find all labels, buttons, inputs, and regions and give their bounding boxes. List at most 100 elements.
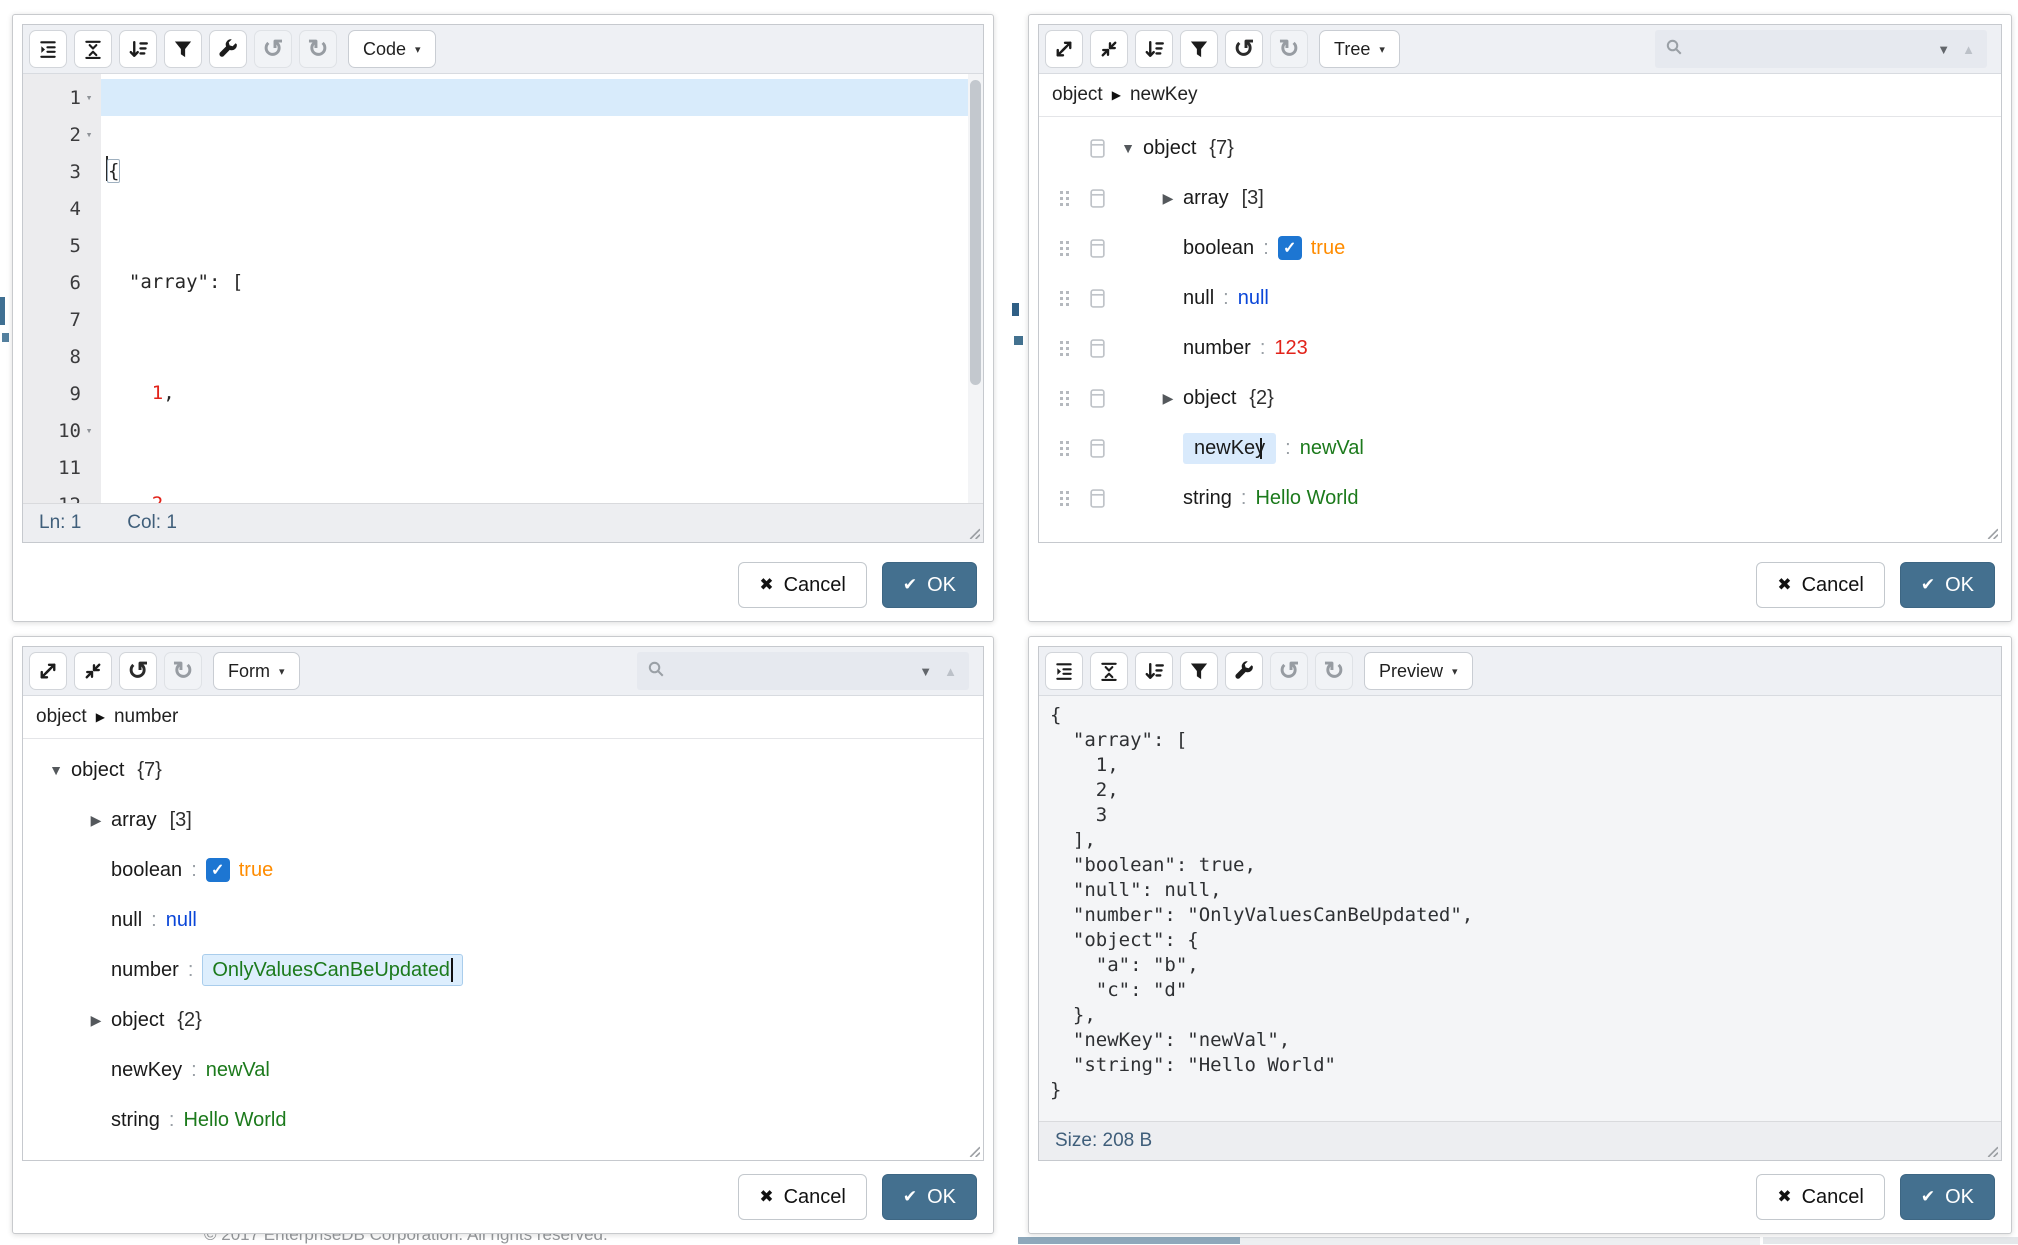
tree-row: ▶ array [3] — [33, 795, 983, 845]
field-name[interactable]: number — [1183, 337, 1251, 360]
expand-all-icon[interactable] — [29, 652, 67, 690]
expander-icon[interactable]: ▶ — [81, 1012, 111, 1029]
context-menu-icon[interactable] — [1081, 339, 1113, 358]
context-menu-icon[interactable] — [1081, 489, 1113, 508]
expander-icon[interactable]: ▶ — [1153, 190, 1183, 207]
field-value[interactable]: true — [239, 859, 273, 882]
scrollbar-thumb[interactable] — [970, 80, 981, 385]
cancel-button[interactable]: ✖Cancel — [738, 1174, 867, 1220]
field-value[interactable]: Hello World — [1255, 487, 1358, 510]
cancel-button[interactable]: ✖Cancel — [1756, 562, 1885, 608]
search-next-icon[interactable]: ▼ — [1935, 43, 1952, 56]
vertical-scrollbar[interactable] — [968, 74, 983, 503]
field-name: null — [111, 909, 142, 932]
mode-dropdown-form[interactable]: Form ▾ — [213, 652, 300, 690]
search-input[interactable] — [1691, 38, 1927, 61]
search-previous-icon[interactable]: ▲ — [942, 665, 959, 678]
expander-icon[interactable]: ▼ — [1113, 140, 1143, 156]
context-menu-icon[interactable] — [1081, 239, 1113, 258]
drag-handle-icon[interactable] — [1047, 489, 1081, 507]
ok-button[interactable]: ✔OK — [882, 1174, 977, 1220]
drag-handle-icon[interactable] — [1047, 239, 1081, 257]
drag-handle-icon[interactable] — [1047, 389, 1081, 407]
breadcrumb: object ▶ newKey — [1039, 74, 2001, 117]
format-icon[interactable] — [29, 30, 67, 68]
field-name[interactable]: boolean — [1183, 237, 1254, 260]
undo-icon[interactable]: ↺ — [1270, 652, 1308, 690]
field-value[interactable]: newVal — [1300, 437, 1364, 460]
breadcrumb-item[interactable]: number — [114, 706, 178, 728]
sort-icon[interactable] — [1135, 652, 1173, 690]
drag-handle-icon[interactable] — [1047, 439, 1081, 457]
mode-dropdown-code[interactable]: Code ▾ — [348, 30, 436, 68]
fold-icon[interactable]: ▾ — [81, 91, 97, 104]
filter-icon[interactable] — [1180, 30, 1218, 68]
repair-icon[interactable] — [1225, 652, 1263, 690]
undo-icon[interactable]: ↺ — [254, 30, 292, 68]
cancel-button[interactable]: ✖Cancel — [1756, 1174, 1885, 1220]
field-value[interactable]: null — [1238, 287, 1269, 310]
expander-icon[interactable]: ▶ — [1153, 390, 1183, 407]
mode-dropdown-tree[interactable]: Tree ▾ — [1319, 30, 1400, 68]
field-value[interactable]: null — [166, 909, 197, 932]
field-name: newKey — [111, 1059, 182, 1082]
undo-icon[interactable]: ↺ — [1225, 30, 1263, 68]
ok-button[interactable]: ✔OK — [1900, 562, 1995, 608]
redo-icon[interactable]: ↻ — [164, 652, 202, 690]
drag-handle-icon[interactable] — [1047, 339, 1081, 357]
ok-button[interactable]: ✔OK — [1900, 1174, 1995, 1220]
compact-icon[interactable] — [1090, 652, 1128, 690]
filter-icon[interactable] — [1180, 652, 1218, 690]
breadcrumb-item[interactable]: object — [36, 706, 87, 728]
field-value[interactable]: Hello World — [183, 1109, 286, 1132]
boolean-checkbox[interactable]: ✓ — [1278, 236, 1302, 260]
code-text[interactable]: { "array": [ 1, 2, 3 ], "boolean": true,… — [101, 74, 983, 503]
field-value[interactable]: true — [1311, 237, 1345, 260]
drag-handle-icon[interactable] — [1047, 289, 1081, 307]
expand-all-icon[interactable] — [1045, 30, 1083, 68]
context-menu-icon[interactable] — [1081, 439, 1113, 458]
undo-icon[interactable]: ↺ — [119, 652, 157, 690]
sort-icon[interactable] — [1135, 30, 1173, 68]
field-value-editing[interactable]: OnlyValuesCanBeUpdated — [202, 954, 463, 986]
resize-handle-icon[interactable] — [967, 526, 980, 539]
redo-icon[interactable]: ↻ — [1270, 30, 1308, 68]
chevron-down-icon: ▾ — [415, 43, 421, 56]
ok-button[interactable]: ✔OK — [882, 562, 977, 608]
search-input[interactable] — [673, 660, 909, 683]
context-menu-icon[interactable] — [1081, 139, 1113, 158]
breadcrumb-item[interactable]: newKey — [1130, 84, 1198, 106]
resize-handle-icon[interactable] — [967, 1144, 980, 1157]
boolean-checkbox[interactable]: ✓ — [206, 858, 230, 882]
fold-icon[interactable]: ▾ — [81, 128, 97, 141]
cancel-button[interactable]: ✖Cancel — [738, 562, 867, 608]
code-editor-area[interactable]: 1▾ 2▾ 3 4 5 6 7 8 9 10▾ 11 12 { "array":… — [23, 74, 983, 503]
collapse-all-icon[interactable] — [1090, 30, 1128, 68]
expander-icon[interactable]: ▼ — [41, 762, 71, 778]
repair-icon[interactable] — [209, 30, 247, 68]
redo-icon[interactable]: ↻ — [299, 30, 337, 68]
format-icon[interactable] — [1045, 652, 1083, 690]
expander-icon[interactable]: ▶ — [81, 812, 111, 829]
field-name[interactable]: string — [1183, 487, 1232, 510]
context-menu-icon[interactable] — [1081, 189, 1113, 208]
breadcrumb-item[interactable]: object — [1052, 84, 1103, 106]
mode-dropdown-preview[interactable]: Preview ▾ — [1364, 652, 1473, 690]
redo-icon[interactable]: ↻ — [1315, 652, 1353, 690]
drag-handle-icon[interactable] — [1047, 189, 1081, 207]
search-previous-icon[interactable]: ▲ — [1960, 43, 1977, 56]
resize-handle-icon[interactable] — [1985, 1144, 1998, 1157]
context-menu-icon[interactable] — [1081, 289, 1113, 308]
field-name-editing[interactable]: newKey — [1183, 433, 1276, 464]
sort-icon[interactable] — [119, 30, 157, 68]
filter-icon[interactable] — [164, 30, 202, 68]
fold-icon[interactable]: ▾ — [81, 424, 97, 437]
compact-icon[interactable] — [74, 30, 112, 68]
search-next-icon[interactable]: ▼ — [917, 665, 934, 678]
field-value[interactable]: newVal — [206, 1059, 270, 1082]
resize-handle-icon[interactable] — [1985, 526, 1998, 539]
field-name[interactable]: null — [1183, 287, 1214, 310]
field-value[interactable]: 123 — [1274, 337, 1307, 360]
context-menu-icon[interactable] — [1081, 389, 1113, 408]
collapse-all-icon[interactable] — [74, 652, 112, 690]
